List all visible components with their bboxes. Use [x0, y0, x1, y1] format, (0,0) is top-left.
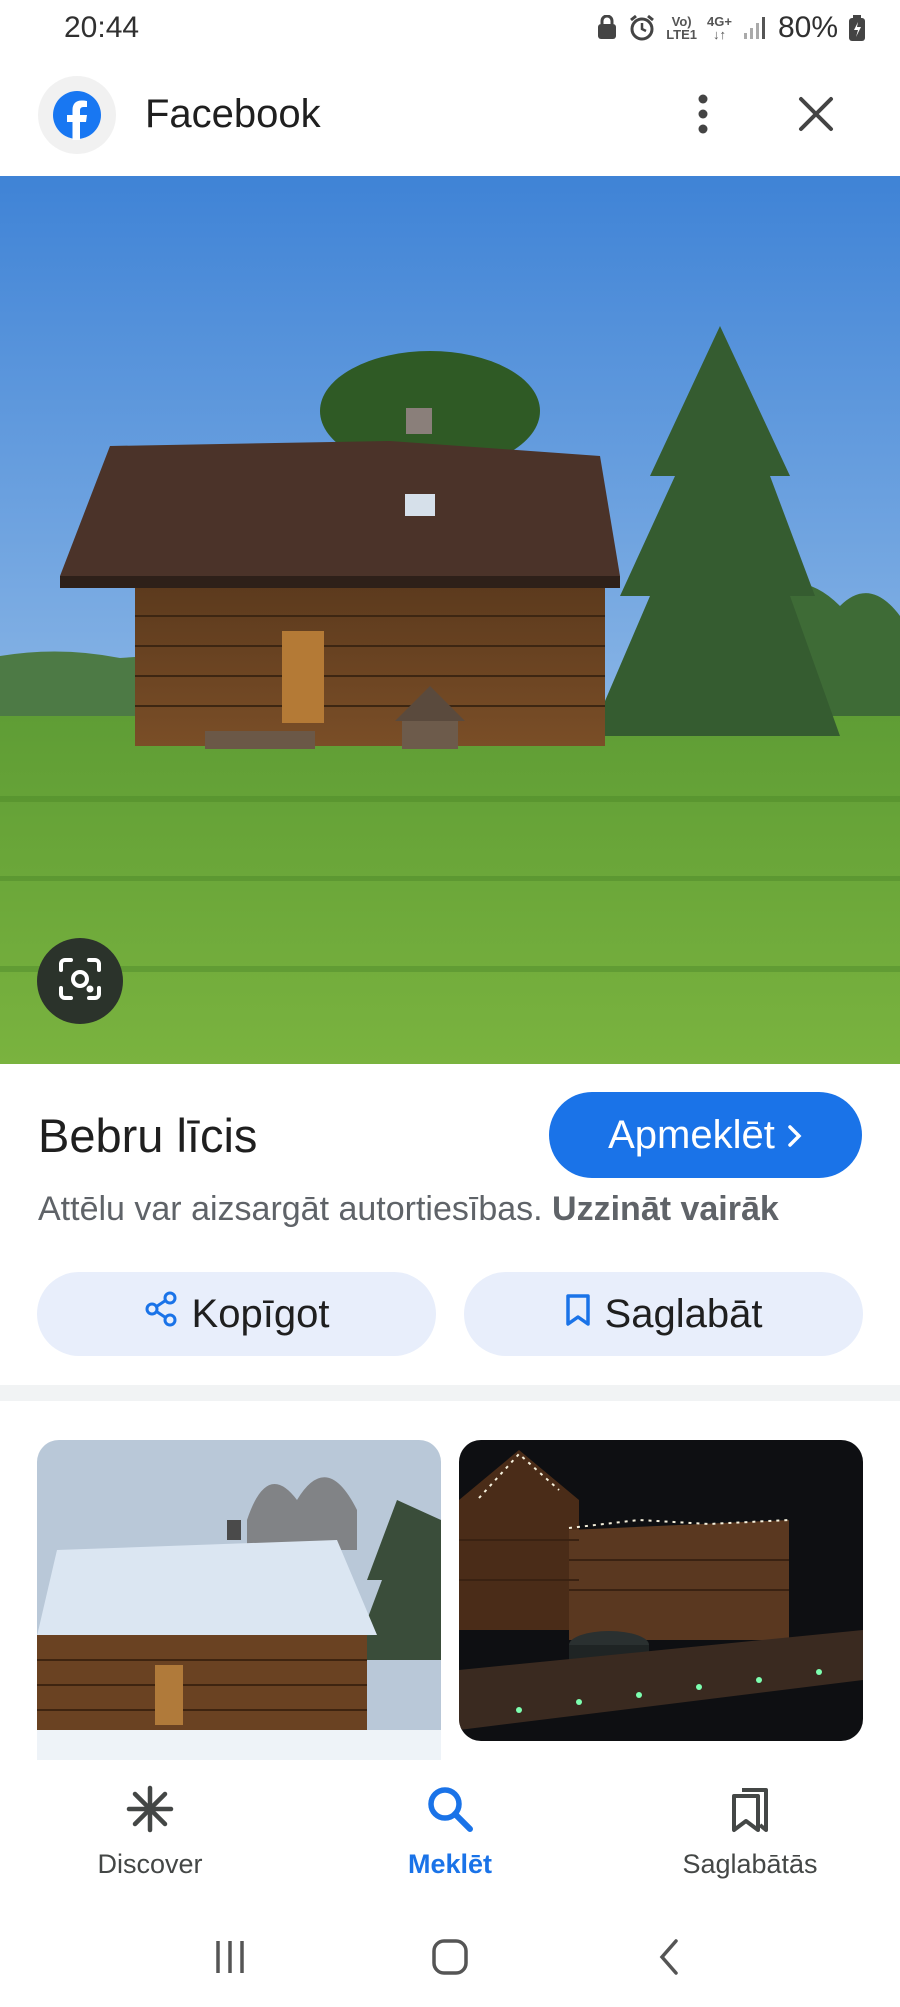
nav-item-discover[interactable]: Discover — [0, 1762, 300, 1912]
nav-item-search[interactable]: Meklēt — [300, 1762, 600, 1912]
section-divider — [0, 1385, 900, 1401]
network-bottom: LTE1 — [666, 27, 698, 42]
save-label: Saglabāt — [604, 1291, 763, 1336]
lens-button[interactable] — [37, 938, 123, 1024]
more-options-button[interactable] — [682, 86, 724, 146]
nav-label-search: Meklēt — [407, 1849, 493, 1879]
visit-label: Apmeklēt — [608, 1112, 775, 1157]
learn-more-link[interactable]: Uzzināt vairāk — [552, 1190, 779, 1228]
nav-label-saved: Saglabātās — [682, 1849, 818, 1879]
copyright-text: Attēlu var aizsargāt autortiesības. — [38, 1190, 543, 1228]
data-type: 4G+ — [707, 14, 732, 29]
share-icon — [144, 1291, 178, 1337]
bottom-nav: Discover Meklēt Saglabātās — [0, 1762, 900, 1912]
lens-icon — [57, 956, 103, 1007]
save-button[interactable]: Saglabāt — [464, 1272, 863, 1356]
app-bar: Facebook — [0, 56, 900, 176]
status-bar: 20:44 Vo) LTE1 4G+ ↓↑ 80% — [0, 0, 900, 56]
signal-icon — [742, 15, 768, 41]
alarm-icon — [628, 14, 656, 42]
more-vert-icon — [697, 94, 709, 139]
copyright-notice: Attēlu var aizsargāt autortiesības. Uzzi… — [38, 1190, 779, 1229]
back-button[interactable] — [650, 1937, 690, 1982]
share-label: Kopīgot — [191, 1291, 330, 1336]
related-image-night[interactable] — [459, 1440, 863, 1741]
lock-icon — [596, 15, 618, 41]
asterisk-icon — [125, 1784, 175, 1841]
status-icons: Vo) LTE1 4G+ ↓↑ 80% — [596, 11, 866, 45]
nav-item-saved[interactable]: Saglabātās — [600, 1762, 900, 1912]
home-button[interactable] — [430, 1937, 470, 1982]
share-button[interactable]: Kopīgot — [37, 1272, 436, 1356]
bookmarks-icon — [725, 1784, 775, 1841]
nav-label-discover: Discover — [97, 1849, 203, 1879]
app-title: Facebook — [145, 92, 321, 136]
visit-button[interactable]: Apmeklēt — [549, 1092, 862, 1178]
result-title: Bebru līcis — [38, 1109, 258, 1162]
search-icon — [425, 1784, 475, 1841]
volte-indicator: Vo) LTE1 — [666, 15, 697, 41]
recents-button[interactable] — [210, 1937, 250, 1982]
system-nav-bar — [0, 1912, 900, 2007]
facebook-logo-icon — [38, 76, 116, 154]
main-image[interactable] — [0, 176, 900, 1064]
battery-icon — [848, 14, 866, 42]
close-icon — [798, 96, 834, 137]
battery-percent: 80% — [777, 11, 838, 44]
data-type-indicator: 4G+ ↓↑ — [707, 14, 732, 42]
status-time: 20:44 — [64, 11, 140, 44]
chevron-right-icon — [787, 1113, 803, 1158]
bookmark-icon — [565, 1292, 591, 1337]
close-button[interactable] — [790, 86, 842, 146]
related-image-snow[interactable] — [37, 1440, 441, 1760]
result-header: Bebru līcis Apmeklēt — [0, 1092, 900, 1178]
